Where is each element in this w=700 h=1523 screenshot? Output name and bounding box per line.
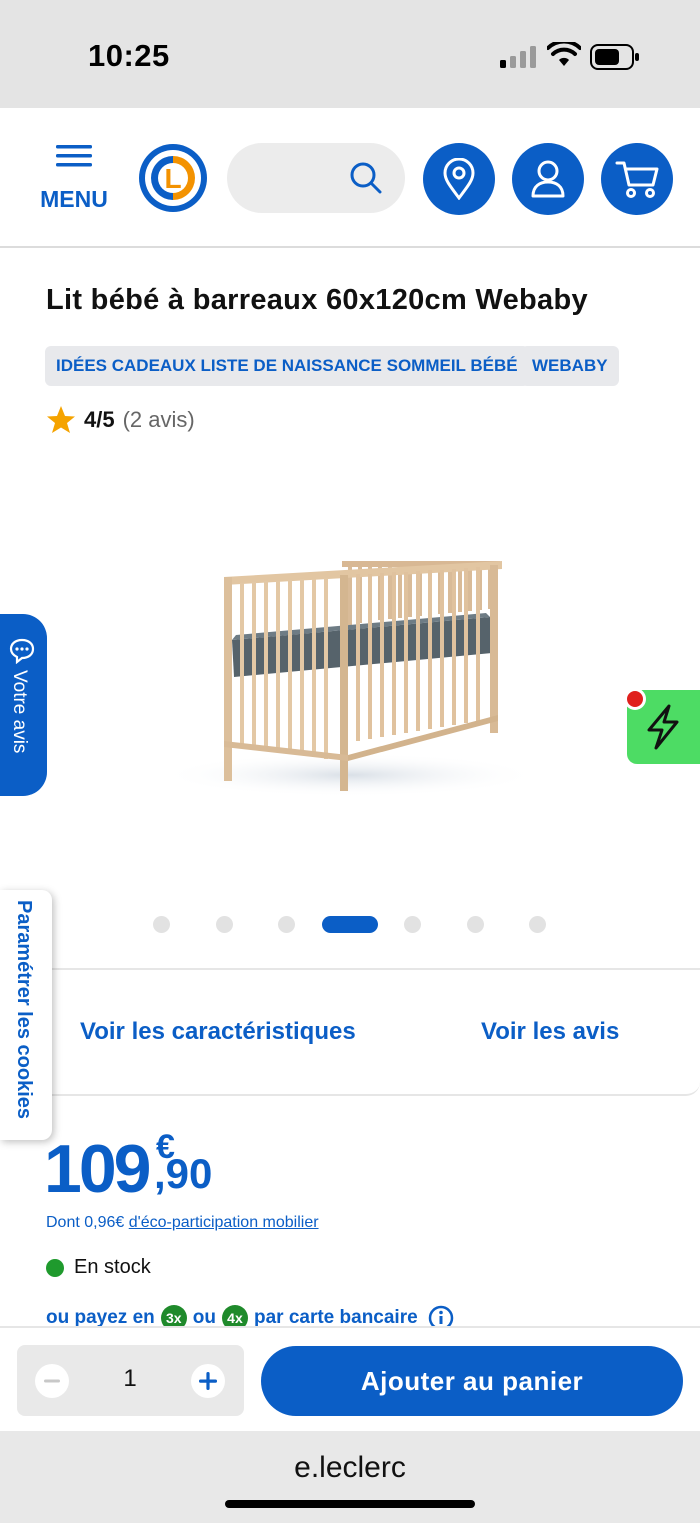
eco-prefix: Dont 0,96€ [46, 1214, 125, 1231]
quantity-value[interactable]: 1 [107, 1365, 153, 1393]
tag-brand[interactable]: WEBABY [521, 346, 619, 386]
search-icon[interactable] [349, 161, 383, 195]
carousel-indicator [0, 914, 700, 934]
minus-icon [44, 1379, 60, 1383]
carousel-dot[interactable] [153, 916, 170, 933]
carousel-dot[interactable] [467, 916, 484, 933]
add-to-cart-button[interactable]: Ajouter au panier [261, 1346, 683, 1416]
store-locator-button[interactable] [423, 143, 495, 215]
home-indicator[interactable] [225, 1500, 475, 1508]
stock-indicator [46, 1258, 64, 1277]
quantity-increase-button[interactable] [191, 1364, 225, 1398]
account-button[interactable] [512, 143, 584, 215]
site-header: MENU L [0, 108, 700, 248]
carousel-dot[interactable] [404, 916, 421, 933]
product-title: Lit bébé à barreaux 60x120cm Webaby [46, 284, 588, 316]
carousel-dot[interactable] [529, 916, 546, 933]
star-icon [47, 406, 75, 433]
carousel-dot-active[interactable] [322, 916, 378, 933]
quantity-stepper: 1 [17, 1345, 244, 1416]
menu-icon [56, 145, 92, 167]
stock-label: En stock [74, 1256, 151, 1278]
carousel-dot[interactable] [278, 916, 295, 933]
url-text[interactable]: e.leclerc [0, 1451, 700, 1485]
user-icon [531, 160, 565, 198]
browser-url-bar: e.leclerc [0, 1431, 700, 1523]
tab-reviews[interactable]: Voir les avis [481, 1018, 619, 1046]
lightning-icon [647, 704, 679, 750]
leclerc-logo[interactable]: L [137, 142, 209, 214]
product-tabs: Voir les caractéristiques Voir les avis [0, 968, 700, 1096]
tab-characteristics[interactable]: Voir les caractéristiques [80, 1018, 356, 1046]
cookie-settings-label[interactable]: Paramétrer les cookies [12, 900, 35, 1119]
status-bar: 10:25 [0, 0, 700, 108]
battery-icon [590, 44, 639, 70]
notification-dot [624, 688, 646, 710]
location-pin-icon [443, 158, 475, 200]
price-decimal: ,90 [154, 1150, 213, 1197]
carousel-dot[interactable] [216, 916, 233, 933]
wifi-icon [547, 42, 581, 66]
price-integer: 109 [44, 1131, 151, 1207]
rating-score: 4/5 [84, 407, 115, 432]
tag-category[interactable]: IDÉES CADEAUX LISTE DE NAISSANCE SOMMEIL… [45, 346, 529, 386]
plus-icon [199, 1372, 217, 1390]
product-image-crib[interactable] [150, 545, 550, 805]
chat-bubble-icon [9, 638, 35, 664]
cart-icon [615, 161, 659, 198]
rating-count: (2 avis) [122, 407, 195, 432]
cellular-signal-icon [500, 46, 536, 68]
menu-button[interactable]: MENU [36, 144, 112, 224]
search-input[interactable] [227, 143, 405, 213]
feedback-tab-label[interactable]: Votre avis [8, 670, 30, 753]
status-time: 10:25 [88, 38, 170, 73]
eco-participation-link[interactable]: d'éco-participation mobilier [129, 1214, 319, 1231]
add-to-cart-bar: 1 Ajouter au panier [0, 1326, 700, 1431]
stock-status: En stock [46, 1256, 151, 1279]
quantity-decrease-button[interactable] [35, 1364, 69, 1398]
logo-letter: L [164, 163, 181, 194]
eco-participation: Dont 0,96€ d'éco-participation mobilier [46, 1214, 319, 1232]
product-rating[interactable]: 4/5 (2 avis) [46, 404, 195, 436]
menu-label: MENU [40, 186, 108, 212]
cart-button[interactable] [601, 143, 673, 215]
